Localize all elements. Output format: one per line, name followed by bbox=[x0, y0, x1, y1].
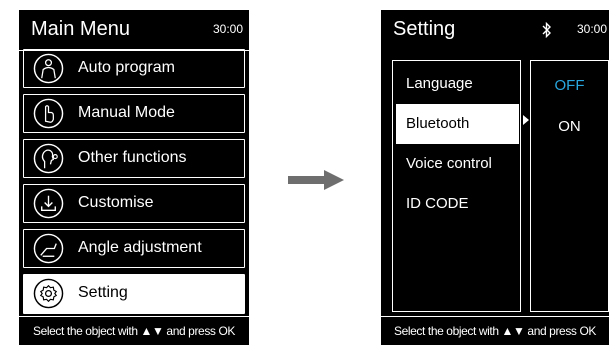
instruction-text: Select the object with ▲▼ and press OK bbox=[33, 324, 235, 338]
setting-title: Setting bbox=[393, 18, 456, 40]
menu-item-manual-mode[interactable]: Manual Mode bbox=[23, 94, 245, 133]
menu-item-auto-program[interactable]: Auto program bbox=[23, 49, 245, 88]
timer-display: 30:00 bbox=[212, 22, 243, 36]
setting-header: Setting 30:00 bbox=[381, 10, 609, 50]
download-icon bbox=[33, 188, 64, 219]
menu-item-label: Auto program bbox=[78, 59, 175, 76]
setting-item-language[interactable]: Language bbox=[396, 64, 519, 104]
main-menu-screen: Main Menu 30:00 Auto program Manual Mode… bbox=[19, 10, 249, 345]
option-panel: OFF ON bbox=[530, 60, 609, 312]
selection-pointer-icon bbox=[523, 115, 529, 125]
head-profile-icon bbox=[33, 143, 64, 174]
menu-item-setting[interactable]: Setting bbox=[23, 274, 245, 314]
setting-item-label: Bluetooth bbox=[406, 115, 470, 132]
menu-item-label: Manual Mode bbox=[78, 104, 175, 121]
main-menu-footer: Select the object with ▲▼ and press OK bbox=[19, 316, 249, 345]
menu-item-label: Customise bbox=[78, 194, 154, 211]
timer-display: 30:00 bbox=[576, 22, 607, 36]
person-icon bbox=[33, 53, 64, 84]
instruction-text: Select the object with ▲▼ and press OK bbox=[394, 324, 596, 338]
setting-list-panel: Language Bluetooth Voice control ID CODE bbox=[392, 60, 521, 312]
chair-angle-icon bbox=[33, 233, 64, 264]
option-on[interactable]: ON bbox=[531, 118, 608, 135]
setting-item-voice-control[interactable]: Voice control bbox=[396, 144, 519, 184]
menu-item-other-functions[interactable]: Other functions bbox=[23, 139, 245, 178]
option-off[interactable]: OFF bbox=[531, 77, 608, 94]
setting-item-id-code[interactable]: ID CODE bbox=[396, 184, 519, 224]
setting-item-label: Language bbox=[406, 75, 473, 92]
setting-screen: Setting 30:00 Language Bluetooth Voice c… bbox=[381, 10, 609, 345]
bluetooth-icon bbox=[542, 22, 551, 38]
hand-pointer-icon bbox=[33, 98, 64, 129]
gear-icon bbox=[33, 278, 64, 309]
right-arrow-icon bbox=[288, 170, 344, 190]
main-menu-header: Main Menu 30:00 bbox=[19, 10, 249, 51]
menu-item-angle-adjustment[interactable]: Angle adjustment bbox=[23, 229, 245, 268]
menu-item-label: Angle adjustment bbox=[78, 239, 202, 256]
menu-item-customise[interactable]: Customise bbox=[23, 184, 245, 223]
setting-item-label: ID CODE bbox=[406, 195, 469, 212]
setting-item-label: Voice control bbox=[406, 155, 492, 172]
main-menu-title: Main Menu bbox=[31, 18, 130, 40]
setting-footer: Select the object with ▲▼ and press OK bbox=[381, 316, 609, 345]
menu-item-label: Other functions bbox=[78, 149, 187, 166]
setting-item-bluetooth[interactable]: Bluetooth bbox=[396, 104, 519, 144]
menu-item-label: Setting bbox=[78, 284, 128, 301]
